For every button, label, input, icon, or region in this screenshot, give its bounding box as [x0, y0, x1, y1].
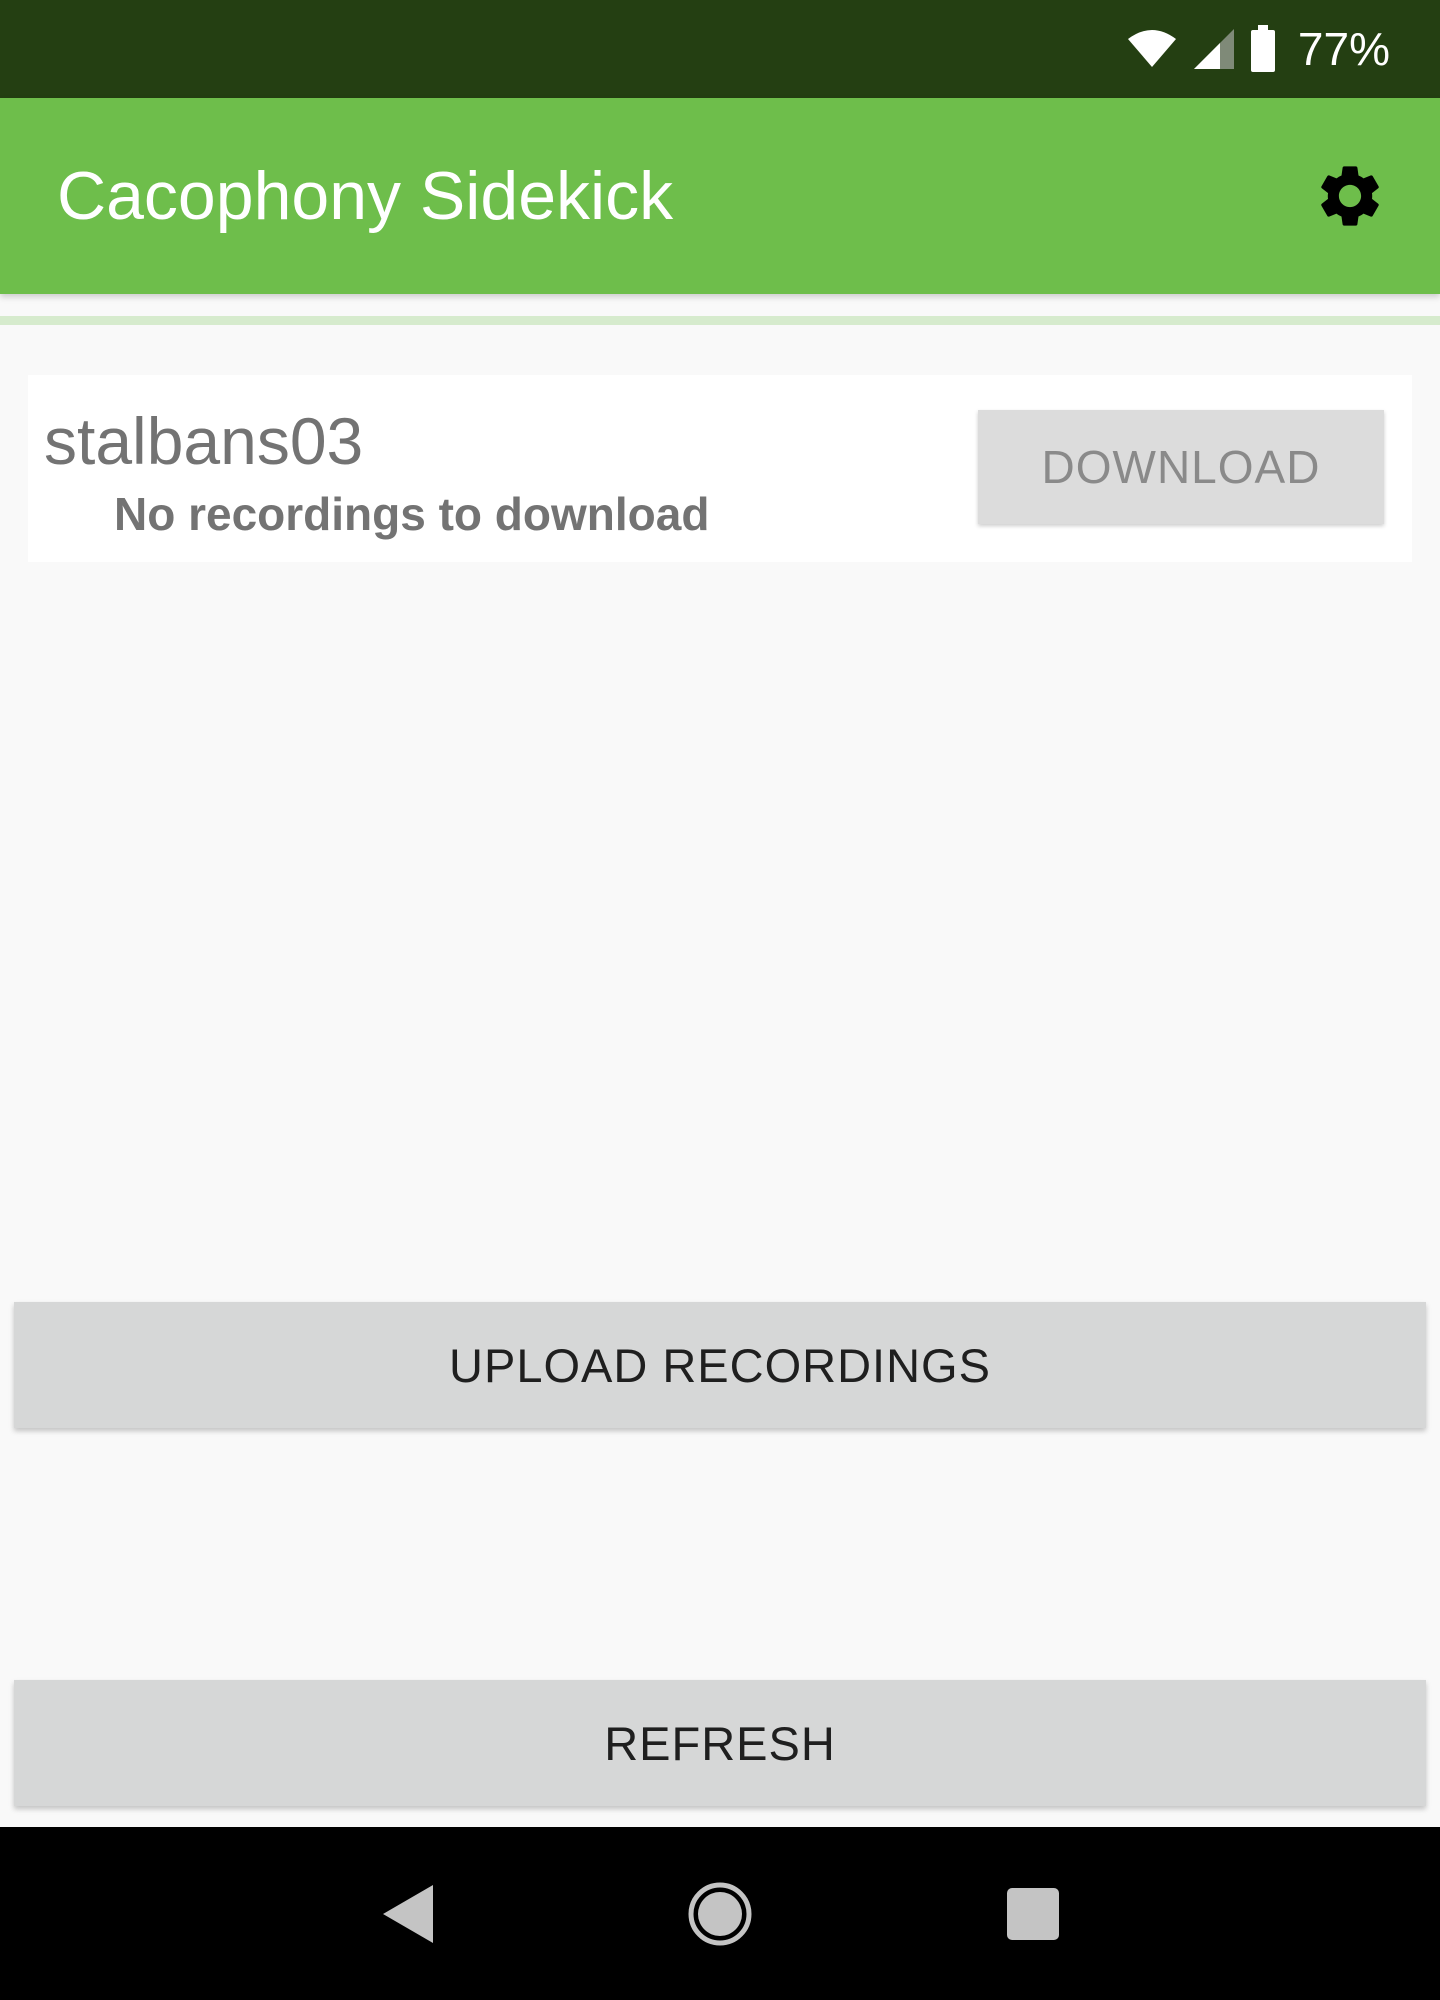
back-button[interactable] — [357, 1864, 457, 1964]
status-bar: 77% — [0, 0, 1440, 98]
recents-button[interactable] — [983, 1864, 1083, 1964]
nav-bar — [0, 1827, 1440, 2000]
app-title: Cacophony Sidekick — [57, 158, 674, 234]
home-icon — [688, 1882, 752, 1945]
refresh-button[interactable]: REFRESH — [14, 1680, 1426, 1806]
wifi-icon — [1127, 30, 1176, 67]
upload-recordings-button[interactable]: UPLOAD RECORDINGS — [14, 1302, 1426, 1428]
device-card: stalbans03 No recordings to download DOW… — [28, 375, 1412, 562]
gear-icon — [1321, 166, 1379, 226]
device-status: No recordings to download — [114, 488, 710, 540]
progress-track — [0, 316, 1440, 325]
back-icon — [382, 1884, 433, 1943]
battery-percentage: 77% — [1297, 23, 1390, 75]
battery-icon — [1250, 25, 1275, 72]
download-button[interactable]: DOWNLOAD — [978, 410, 1384, 524]
settings-button[interactable] — [1308, 154, 1392, 238]
cell-signal-icon — [1193, 29, 1234, 69]
device-name: stalbans03 — [44, 404, 364, 478]
recents-icon — [1007, 1887, 1060, 1940]
app-bar: Cacophony Sidekick — [0, 98, 1440, 294]
home-button[interactable] — [670, 1864, 770, 1964]
